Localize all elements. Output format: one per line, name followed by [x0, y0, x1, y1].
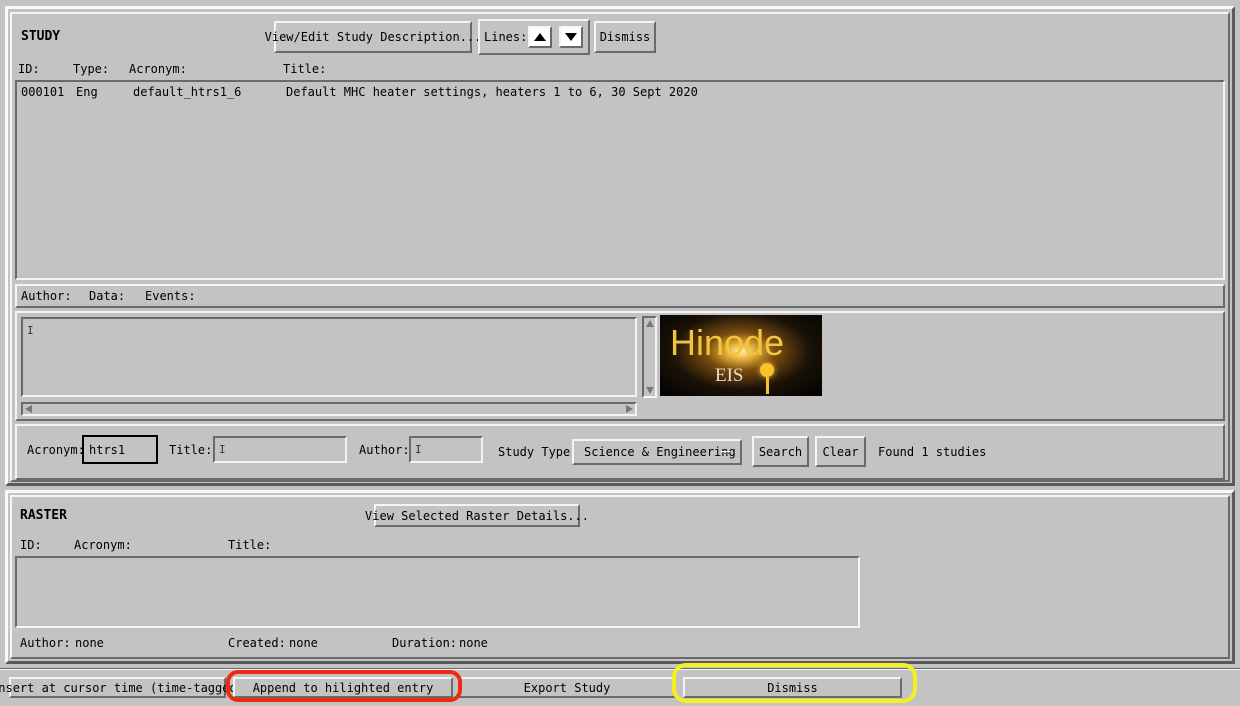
triangle-down-icon [565, 33, 577, 41]
raster-section-title: RASTER [20, 508, 67, 523]
vertical-scrollbar[interactable] [642, 316, 657, 398]
logo-main-text: Hinode [670, 322, 785, 363]
acronym-search-input[interactable]: htrs1 [82, 435, 158, 464]
lines-up-button[interactable] [528, 26, 552, 48]
raster-duration-value: none [459, 636, 488, 650]
row-title: Default MHC heater settings, heaters 1 t… [286, 85, 698, 99]
insert-at-cursor-time-button[interactable]: Insert at cursor time (time-tagged) [0, 677, 244, 698]
scroll-up-arrow-icon[interactable] [646, 320, 654, 327]
text-cursor-icon: I [219, 443, 226, 456]
text-cursor-icon: I [27, 324, 34, 337]
text-cursor-icon: I [415, 443, 422, 456]
acronym-search-label: Acronym: [27, 443, 85, 457]
raster-author-value: none [75, 636, 104, 650]
scroll-down-arrow-icon[interactable] [646, 387, 654, 394]
study-type-value: Science & Engineering [584, 445, 736, 459]
study-info-bar [15, 284, 1225, 308]
info-data-label: Data: [89, 289, 126, 303]
view-selected-raster-details-button[interactable]: View Selected Raster Details... [365, 504, 589, 527]
raster-list[interactable] [15, 556, 860, 628]
description-text-area[interactable]: I [21, 317, 637, 397]
hinode-eis-logo: Hinode EIS [660, 315, 822, 396]
author-search-label: Author: [359, 443, 410, 457]
study-type-dropdown[interactable]: Science & Engineering [572, 439, 742, 465]
lines-down-button[interactable] [559, 26, 583, 48]
sun-icon [760, 363, 774, 377]
study-section-title: STUDY [21, 29, 61, 44]
logo-sub-text: EIS [715, 365, 744, 386]
col-header-type: Type: [73, 62, 110, 76]
raster-duration-label: Duration: [392, 636, 458, 650]
search-status-text: Found 1 studies [878, 445, 987, 459]
scroll-left-arrow-icon[interactable] [25, 405, 32, 413]
raster-author-label: Author: [20, 636, 71, 650]
raster-created-label: Created: [228, 636, 286, 650]
bottom-bar-divider [0, 668, 1240, 670]
sun-stem-icon [766, 377, 769, 394]
title-search-label: Title: [169, 443, 213, 457]
scroll-right-arrow-icon[interactable] [626, 405, 633, 413]
author-search-input[interactable]: I [409, 436, 483, 463]
clear-button[interactable]: Clear [815, 436, 866, 467]
view-edit-study-description-button[interactable]: View/Edit Study Description... [265, 21, 481, 53]
col-header-id: ID: [18, 62, 40, 76]
col-header-acronym: Acronym: [129, 62, 187, 76]
study-type-label: Study Type: [498, 445, 578, 459]
raster-col-header-title: Title: [228, 538, 272, 552]
horizontal-scrollbar[interactable] [21, 402, 637, 416]
raster-col-header-id: ID: [20, 538, 42, 552]
export-study-button[interactable]: Export Study [458, 677, 676, 698]
study-dismiss-button[interactable]: Dismiss [594, 21, 656, 53]
triangle-up-icon [534, 33, 546, 41]
row-acronym: default_htrs1_6 [133, 85, 242, 99]
dropdown-indicator-icon [721, 451, 731, 454]
dismiss-button-highlight [672, 663, 917, 703]
title-search-input[interactable]: I [213, 436, 347, 463]
study-list[interactable] [15, 80, 1225, 280]
info-author-label: Author: [21, 289, 72, 303]
raster-col-header-acronym: Acronym: [74, 538, 132, 552]
lines-label: Lines: [484, 30, 528, 44]
table-row[interactable]: 000101 Eng default_htrs1_6 Default MHC h… [18, 84, 1218, 100]
row-type: Eng [76, 85, 98, 99]
search-button[interactable]: Search [752, 436, 809, 467]
append-button-highlight [226, 670, 462, 702]
info-events-label: Events: [145, 289, 196, 303]
raster-created-value: none [289, 636, 318, 650]
row-id: 000101 [21, 85, 65, 99]
col-header-title: Title: [283, 62, 327, 76]
acronym-search-value: htrs1 [89, 443, 126, 457]
